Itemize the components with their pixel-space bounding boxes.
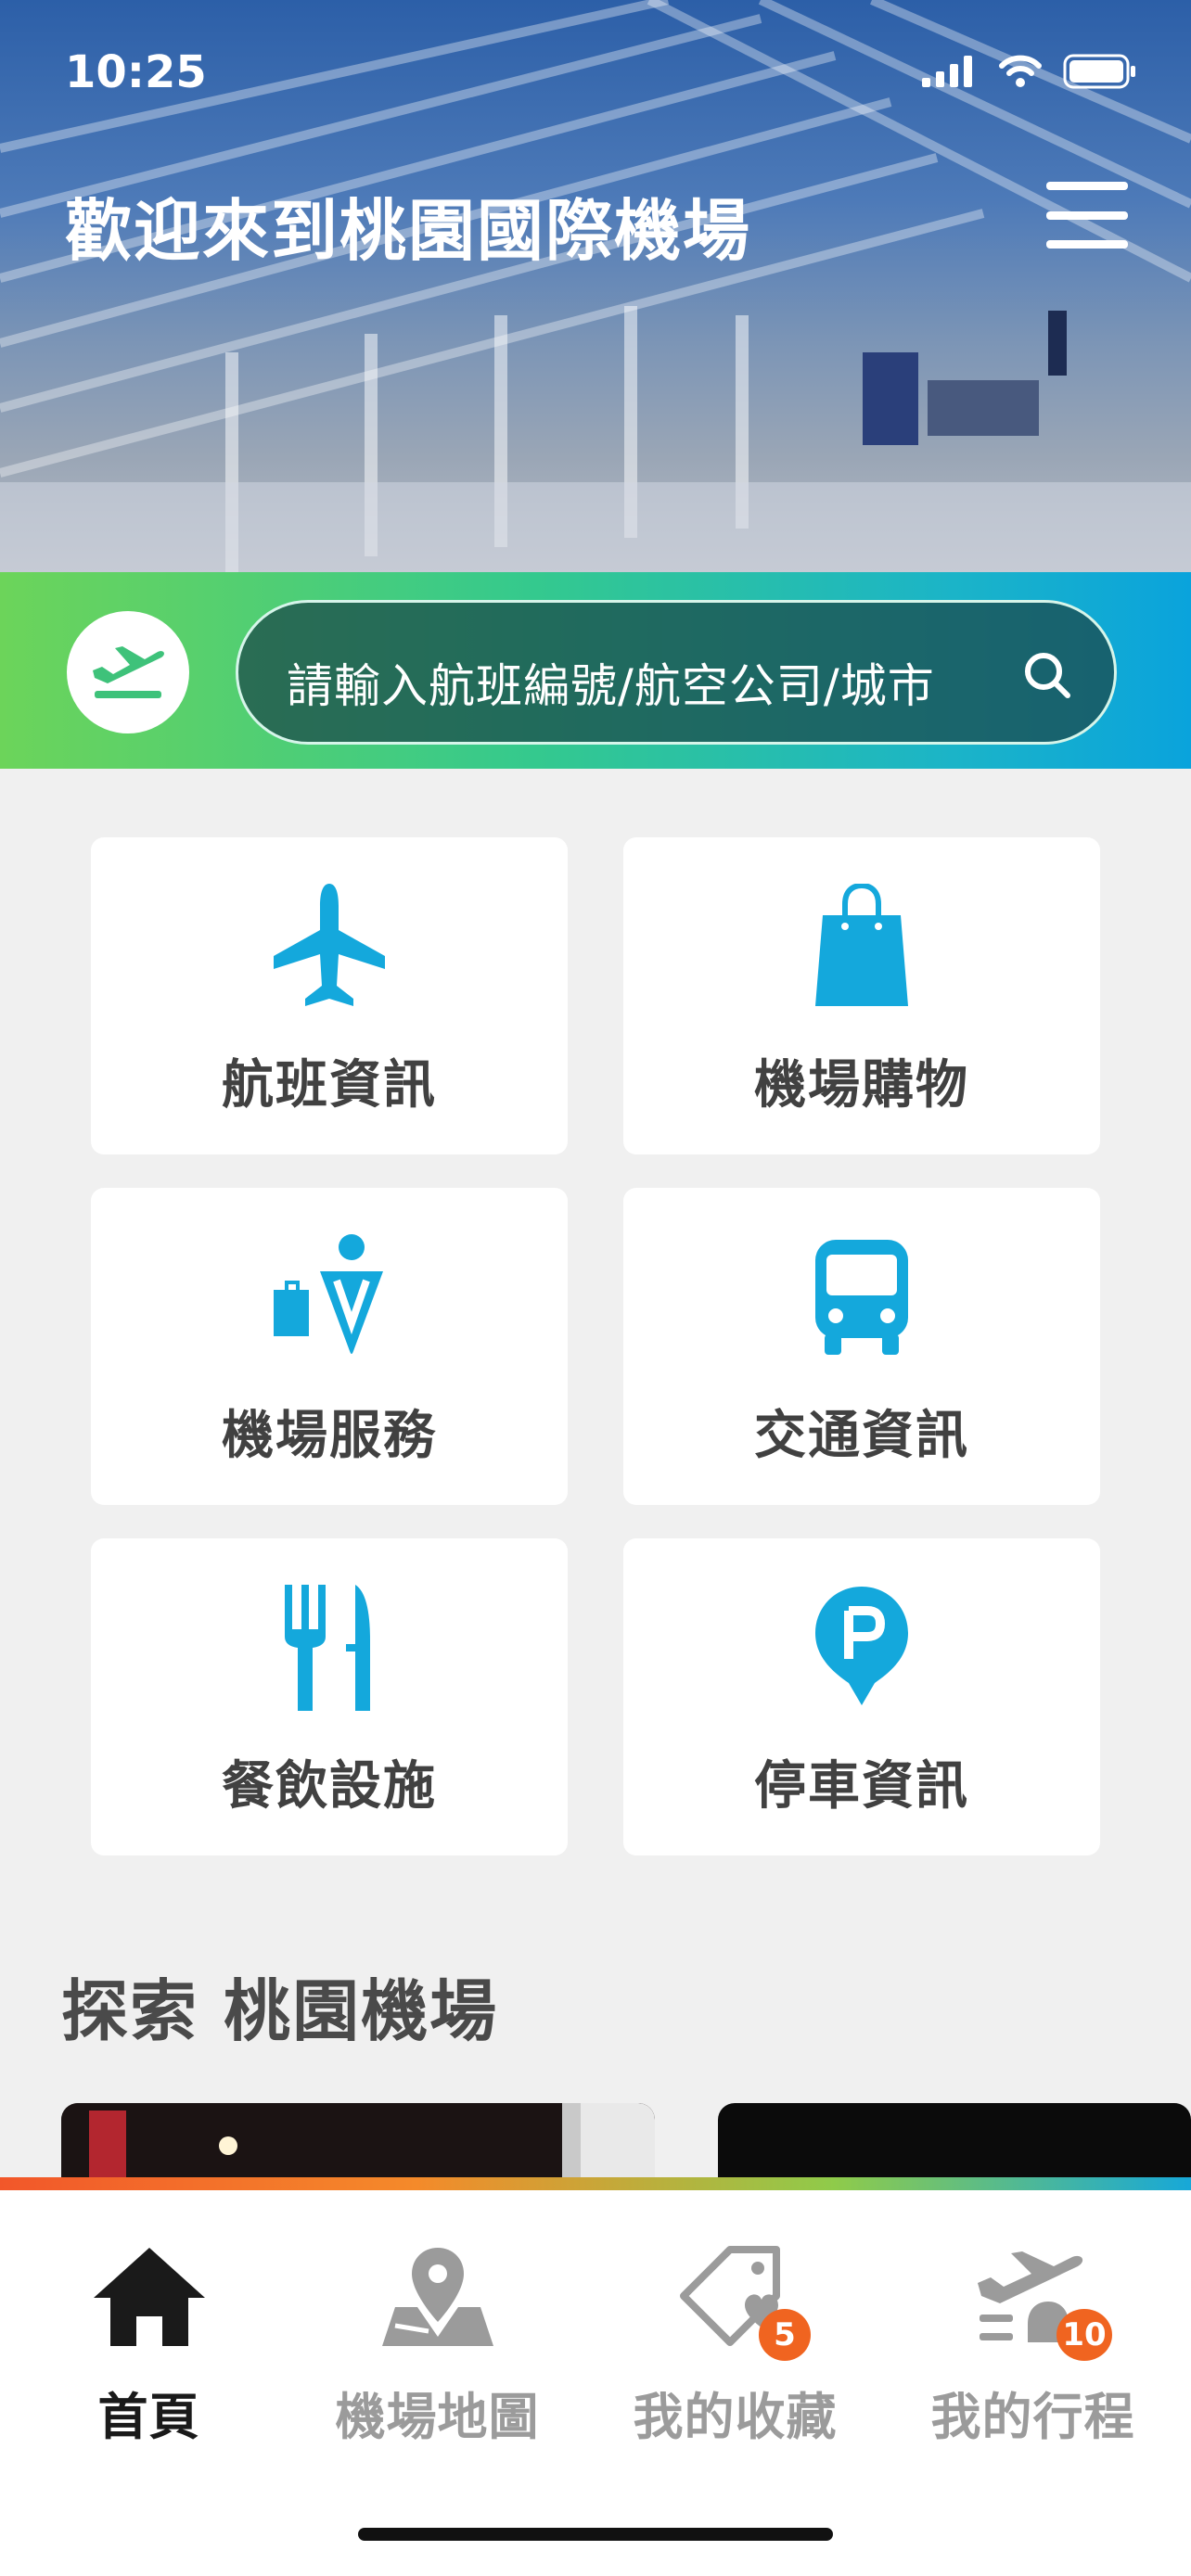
battery-icon [1063,54,1135,89]
search-icon[interactable] [1021,649,1073,701]
tile-airport-shopping[interactable]: 機場購物 [623,837,1100,1154]
itinerary-badge: 10 [1057,2309,1112,2361]
tile-dining[interactable]: 餐飲設施 [91,1538,568,1855]
tab-label: 我的收藏 [633,2388,838,2446]
status-time: 10:25 [65,46,207,98]
explore-card[interactable] [718,2103,1191,2177]
tab-label: 我的行程 [930,2388,1135,2446]
search-placeholder: 請輸入航班編號/航空公司/城市 [287,659,935,713]
airplane-icon [274,884,385,1006]
search-input[interactable]: 請輸入航班編號/航空公司/城市 [236,600,1117,745]
tile-flight-info[interactable]: 航班資訊 [91,837,568,1154]
shopping-bag-icon [815,884,908,1006]
wifi-icon [999,55,1042,87]
explore-card[interactable] [61,2103,655,2177]
tile-label: 航班資訊 [222,1055,437,1116]
page-title: 歡迎來到桃園國際機場 [65,192,752,270]
tile-label: 停車資訊 [754,1756,969,1817]
tab-label: 首頁 [97,2388,200,2446]
tile-label: 機場購物 [754,1055,969,1116]
hero-banner: 10:25 歡迎來到桃園國際機場 [0,0,1191,572]
tab-label: 機場地圖 [335,2388,540,2446]
status-icons [922,54,1137,89]
tile-airport-services[interactable]: 機場服務 [91,1188,568,1505]
tile-label: 機場服務 [222,1406,437,1466]
explore-section-title: 探索 桃園機場 [61,1972,499,2050]
bottom-tab-bar: 首頁 機場地圖 5 我的收藏 10 我的行程 [0,2190,1191,2576]
plane-takeoff-icon[interactable] [67,611,189,733]
bus-icon [815,1240,908,1355]
tab-my-favorites[interactable]: 5 我的收藏 [586,2190,884,2450]
explore-card-photo [61,2103,655,2177]
tile-label: 餐飲設施 [222,1756,437,1817]
info-service-icon [274,1234,383,1354]
tab-bar-accent-strip [0,2177,1191,2190]
parking-pin-icon [815,1587,908,1705]
favorites-badge: 5 [759,2309,811,2361]
tab-my-itinerary[interactable]: 10 我的行程 [884,2190,1182,2450]
home-icon [93,2248,205,2346]
fork-knife-icon [285,1585,370,1711]
tab-home[interactable]: 首頁 [0,2190,298,2450]
hamburger-menu-icon[interactable] [1046,182,1128,249]
tile-label: 交通資訊 [754,1406,969,1466]
tile-parking[interactable]: 停車資訊 [623,1538,1100,1855]
map-pin-icon [381,2248,493,2346]
signal-icon [922,56,972,87]
tile-transport-info[interactable]: 交通資訊 [623,1188,1100,1505]
tab-airport-map[interactable]: 機場地圖 [288,2190,586,2450]
search-section: 請輸入航班編號/航空公司/城市 [0,572,1191,769]
home-indicator [358,2528,833,2541]
